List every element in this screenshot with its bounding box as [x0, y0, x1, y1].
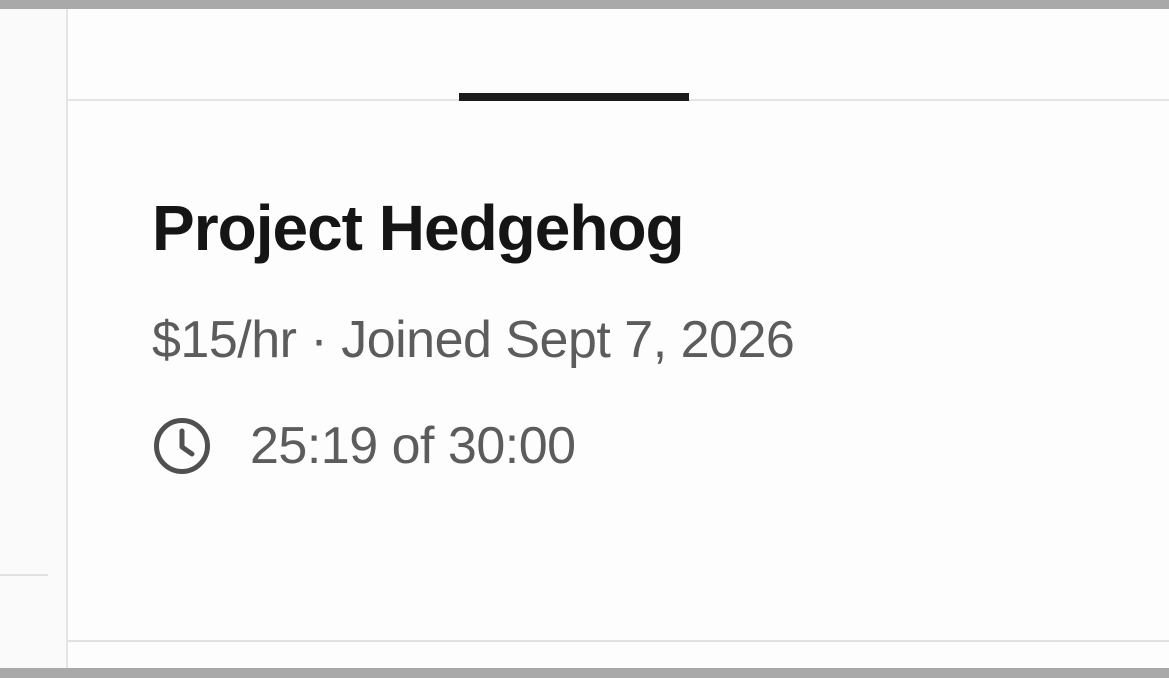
timer-readout: 25:19 of 30:00: [250, 414, 576, 478]
timer-connector: of: [391, 417, 435, 475]
left-sidebar: [0, 9, 66, 668]
window-top-border: [0, 0, 1169, 9]
timer-elapsed: 25:19: [250, 417, 378, 475]
hourly-rate: $15/hr: [152, 311, 297, 369]
active-tab-indicator: [459, 93, 689, 101]
timer-row: 25:19 of 30:00: [152, 414, 576, 478]
project-meta: $15/hr · Joined Sept 7, 2026: [152, 308, 795, 372]
card-bottom-divider: [68, 640, 1169, 642]
sidebar-divider: [0, 574, 48, 576]
project-title: Project Hedgehog: [152, 192, 685, 264]
clock-icon: [154, 418, 210, 474]
meta-separator: ·: [310, 311, 328, 369]
joined-date: Joined Sept 7, 2026: [341, 311, 795, 369]
tab-bar: [68, 9, 1169, 99]
window-bottom-border: [0, 668, 1169, 678]
timer-limit: 30:00: [447, 417, 576, 475]
